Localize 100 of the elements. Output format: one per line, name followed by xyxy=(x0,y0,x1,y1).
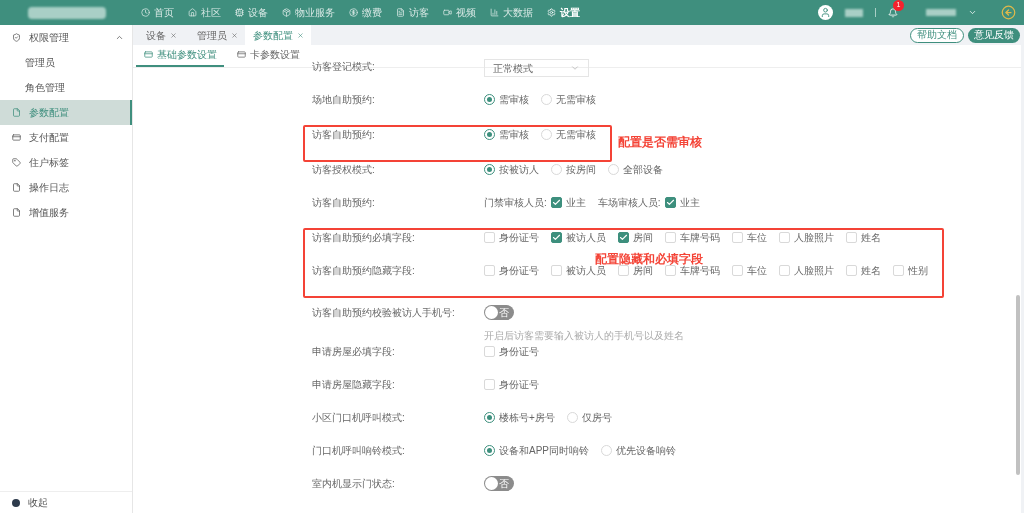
radio-label: 优先设备响铃 xyxy=(616,444,676,458)
close-icon[interactable] xyxy=(296,31,304,39)
settings-icon xyxy=(547,8,556,17)
field-label: 场地自助预约: xyxy=(312,93,376,107)
radio-label: 仅房号 xyxy=(581,411,612,425)
clock-icon xyxy=(141,8,150,17)
nav-item[interactable]: 社区 xyxy=(188,5,221,20)
bell-icon[interactable] xyxy=(888,7,898,18)
blurred-account[interactable] xyxy=(926,9,956,16)
checkbox-label: 人脸照片 xyxy=(794,231,834,245)
nav-item[interactable]: 大数据 xyxy=(490,5,533,20)
radio-label: 设备和APP同时响铃 xyxy=(499,444,589,458)
sidebar-item[interactable]: 住户标签 xyxy=(0,150,132,175)
chevron-icon xyxy=(570,63,580,73)
sub-tab[interactable]: 卡参数设置 xyxy=(224,44,312,67)
close-icon[interactable] xyxy=(169,31,177,39)
close-icon[interactable] xyxy=(230,31,238,39)
collapse-label[interactable]: 收起 xyxy=(28,495,48,510)
checkbox-label: 业主 xyxy=(679,196,700,210)
nav-item[interactable]: 缴费 xyxy=(349,5,382,20)
sidebar-item[interactable]: 支付配置 xyxy=(0,125,132,150)
radio-label: 无需审核 xyxy=(556,93,596,107)
field-label: 门口机呼叫响铃模式: xyxy=(312,444,406,458)
checkbox[interactable] xyxy=(618,232,629,243)
checkbox-label: 身份证号 xyxy=(499,264,539,278)
home-icon xyxy=(188,8,197,17)
sidebar-item[interactable]: 参数配置 xyxy=(0,100,132,125)
bar-chart-icon xyxy=(490,8,499,17)
card-icon xyxy=(143,50,153,59)
field-label: 访客自助预约校验被访人手机号: xyxy=(312,306,456,320)
checkbox-label: 车位 xyxy=(747,264,767,278)
card-icon xyxy=(236,50,246,59)
page-tab[interactable]: 设备 xyxy=(133,25,189,45)
checkbox-label: 被访人员 xyxy=(566,265,606,278)
field-label: 门禁审核人员: xyxy=(484,196,547,210)
checkbox[interactable] xyxy=(664,197,676,208)
page-tab[interactable]: 管理员 xyxy=(189,25,245,45)
field-label: 访客授权模式: xyxy=(312,163,376,177)
scrollbar[interactable] xyxy=(1016,295,1020,475)
field-label: 车场审核人员: xyxy=(597,196,661,210)
sidebar-item[interactable]: 增值服务 xyxy=(0,200,132,225)
checkbox[interactable] xyxy=(550,197,562,208)
radio-label: 需审核 xyxy=(499,93,529,107)
radio-label: 按房间 xyxy=(566,163,596,177)
select-field[interactable]: 正常模式 xyxy=(484,59,589,77)
checkbox-label: 被访人员 xyxy=(566,231,606,245)
package-icon xyxy=(282,8,291,17)
checkbox-label: 房间 xyxy=(633,231,653,245)
field-label: 访客自助预约: xyxy=(312,128,376,142)
checkbox-label: 性别 xyxy=(908,264,928,278)
hint-text: 开启后访客需要输入被访人的手机号以及姓名 xyxy=(484,329,684,343)
radio-label: 楼栋号+房号 xyxy=(499,411,555,425)
radio-label: 无需审核 xyxy=(556,128,596,142)
shield-icon xyxy=(12,33,21,42)
sidebar-subitem[interactable]: 角色管理 xyxy=(0,75,132,100)
checkbox-label: 车牌号码 xyxy=(680,231,720,245)
sidebar-subitem[interactable]: 管理员 xyxy=(0,50,132,75)
checkbox-label: 房间 xyxy=(633,264,653,278)
field-label: 申请房屋必填字段: xyxy=(312,345,396,359)
tag-icon xyxy=(12,158,21,167)
field-label: 室内机显示门状态: xyxy=(312,477,396,491)
document-icon xyxy=(396,8,405,17)
checkbox-label: 身份证号 xyxy=(499,378,539,392)
sub-tab[interactable]: 基础参数设置 xyxy=(136,44,224,67)
field-label: 小区门口机呼叫模式: xyxy=(312,411,406,425)
caret-icon[interactable] xyxy=(968,8,977,17)
avatar-icon[interactable] xyxy=(818,5,833,20)
toggle-switch[interactable]: 否 xyxy=(484,305,514,320)
radio-label: 按被访人 xyxy=(499,163,539,177)
annotation-note: 配置隐藏和必填字段 xyxy=(595,251,703,266)
annotation-note: 配置是否需审核 xyxy=(618,134,702,151)
nav-item[interactable]: 设置 xyxy=(547,5,580,20)
checkbox-label: 身份证号 xyxy=(499,345,539,359)
checkbox-label: 身份证号 xyxy=(499,231,539,245)
blurred-username xyxy=(845,8,863,17)
coin-icon xyxy=(349,8,358,17)
radio-label: 全部设备 xyxy=(623,163,663,177)
checkbox-label: 车牌号码 xyxy=(680,264,720,278)
video-icon xyxy=(443,8,452,17)
nav-item[interactable]: 物业服务 xyxy=(282,5,335,20)
checkbox-label: 人脸照片 xyxy=(794,264,834,278)
nav-item[interactable]: 视频 xyxy=(443,5,476,20)
field-label: 申请房屋隐藏字段: xyxy=(312,378,396,392)
checkbox[interactable] xyxy=(551,232,562,243)
checkbox-label: 姓名 xyxy=(861,264,881,278)
page-tab[interactable]: 参数配置 xyxy=(245,25,311,45)
field-label: 访客自助预约隐藏字段: xyxy=(312,264,416,278)
nav-item[interactable]: 首页 xyxy=(141,5,174,20)
nav-item[interactable]: 访客 xyxy=(396,5,429,20)
field-label: 访客自助预约必填字段: xyxy=(312,231,416,245)
field-label: 访客自助预约: xyxy=(312,196,376,210)
field-label: 访客登记模式: xyxy=(312,60,376,74)
checkbox-label: 车位 xyxy=(747,231,767,245)
sidebar-item[interactable]: 权限管理 xyxy=(0,25,132,50)
sidebar-item[interactable]: 操作日志 xyxy=(0,175,132,200)
collapse-icon[interactable] xyxy=(12,498,20,507)
toggle-switch[interactable]: 否 xyxy=(484,476,514,491)
header-button[interactable]: 意见反馈 xyxy=(968,27,1020,43)
header-button[interactable]: 帮助文档 xyxy=(910,27,964,43)
nav-item[interactable]: 设备 xyxy=(235,5,268,20)
